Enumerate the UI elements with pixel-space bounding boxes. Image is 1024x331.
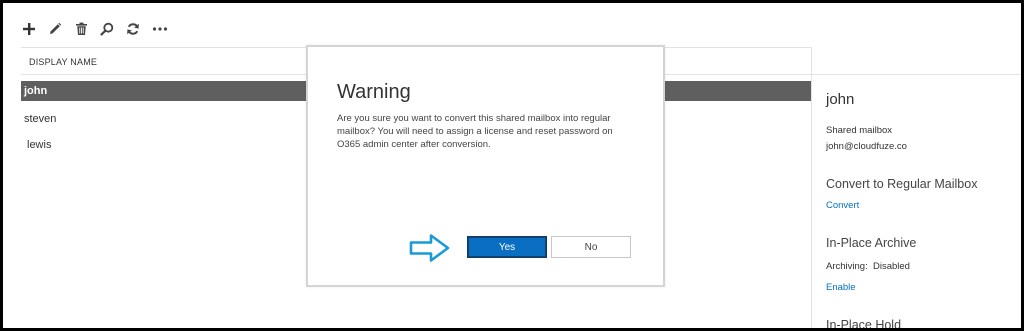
more-icon[interactable] <box>151 21 169 37</box>
convert-heading: Convert to Regular Mailbox <box>826 177 978 191</box>
archiving-status: Archiving: Disabled <box>826 261 910 272</box>
arrow-right-icon <box>409 234 450 262</box>
convert-link[interactable]: Convert <box>826 200 859 211</box>
details-name: john <box>826 91 855 108</box>
warning-dialog: Warning Are you sure you want to convert… <box>306 45 665 287</box>
hold-heading: In-Place Hold <box>826 318 902 331</box>
trash-icon[interactable] <box>73 21 89 37</box>
divider <box>812 74 1021 75</box>
dialog-message: Are you sure you want to convert this sh… <box>337 113 613 150</box>
dialog-title: Warning <box>337 81 411 103</box>
search-icon[interactable] <box>99 21 115 37</box>
archive-heading: In-Place Archive <box>826 236 917 250</box>
details-email: john@cloudfuze.co <box>826 141 907 152</box>
toolbar <box>21 15 169 43</box>
plus-icon[interactable] <box>21 21 37 37</box>
eac-mailbox-page: DISPLAY NAME john steven lewis john Shar… <box>0 0 1024 331</box>
enable-archive-link[interactable]: Enable <box>826 282 856 293</box>
refresh-icon[interactable] <box>125 21 141 37</box>
column-header-display-name[interactable]: DISPLAY NAME <box>29 57 97 67</box>
yes-button[interactable]: Yes <box>467 236 547 258</box>
no-button[interactable]: No <box>551 236 631 258</box>
details-pane: john Shared mailbox john@cloudfuze.co Co… <box>811 47 1021 331</box>
details-mailbox-type: Shared mailbox <box>826 125 893 136</box>
pencil-icon[interactable] <box>47 21 63 37</box>
